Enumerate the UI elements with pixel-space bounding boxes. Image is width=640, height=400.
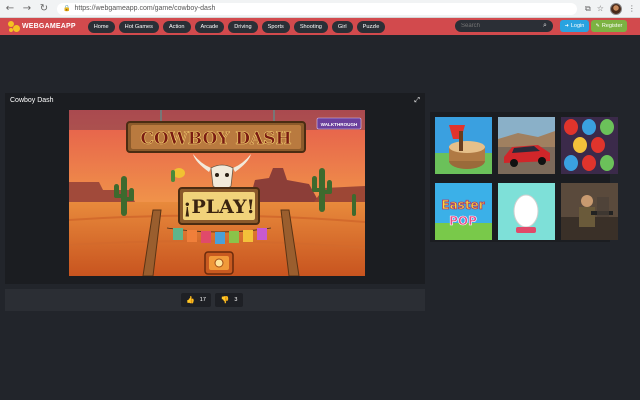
- edit-icon: ✎: [595, 23, 600, 29]
- svg-text:Easter: Easter: [441, 198, 484, 212]
- game-thumb-soldier[interactable]: [561, 183, 618, 240]
- like-button[interactable]: 👍 17: [181, 293, 211, 307]
- play-button[interactable]: ¡PLAY!: [178, 187, 260, 225]
- profile-avatar[interactable]: [609, 2, 622, 15]
- dislike-button[interactable]: 👎 3: [215, 293, 243, 307]
- game-logo-text: COWBOY DASH: [140, 129, 291, 149]
- game-canvas[interactable]: COWBOY DASH WALKTHROUGH ¡PLAY!: [69, 110, 365, 276]
- menu-item-girl[interactable]: Girl: [331, 20, 353, 33]
- menu-dots-icon[interactable]: ⋮: [628, 4, 636, 13]
- menu-item-sports[interactable]: Sports: [261, 20, 290, 33]
- related-games: Easter POP: [430, 112, 618, 242]
- translate-icon[interactable]: ⧉: [585, 4, 591, 14]
- walkthrough-button[interactable]: WALKTHROUGH: [316, 117, 362, 130]
- thumbs-up-icon: 👍: [186, 296, 195, 304]
- menu-item-shooting[interactable]: Shooting: [293, 20, 328, 33]
- search-input[interactable]: [455, 20, 553, 32]
- login-button[interactable]: ➜ Login: [560, 20, 589, 32]
- svg-text:¡PLAY!: ¡PLAY!: [183, 196, 255, 218]
- svg-text:POP: POP: [449, 214, 477, 228]
- menu-item-puzzle[interactable]: Puzzle: [356, 20, 386, 33]
- forward-icon[interactable]: →: [20, 2, 34, 16]
- site-header: WEBGAMEAPP Home Hot Games Action Arcade …: [0, 18, 640, 35]
- back-icon[interactable]: ←: [3, 2, 17, 16]
- dislike-count: 3: [234, 297, 238, 303]
- login-icon: ➜: [564, 23, 569, 29]
- game-titlebar: Cowboy Dash ⤢: [5, 93, 425, 107]
- game-menu-button[interactable]: [204, 251, 234, 275]
- menu-item-arcade[interactable]: Arcade: [194, 20, 225, 33]
- game-thumb-axe[interactable]: [435, 117, 492, 174]
- bookmark-star-icon[interactable]: ☆: [597, 4, 604, 13]
- thumbs-down-icon: 👎: [220, 296, 230, 304]
- game-thumb-easter-pop[interactable]: Easter POP: [435, 183, 492, 240]
- search-icon[interactable]: ⌕: [543, 21, 547, 30]
- like-count: 17: [199, 297, 206, 303]
- logo-icon: [8, 20, 20, 33]
- game-panel: Cowboy Dash ⤢ COWBOY DASH WALKTHROUGH ¡P…: [5, 93, 425, 284]
- lock-icon: 🔒: [63, 5, 71, 12]
- fullscreen-icon[interactable]: ⤢: [414, 96, 420, 105]
- url-text: https://webgameapp.com/game/cowboy-dash: [74, 5, 216, 12]
- address-bar[interactable]: 🔒 https://webgameapp.com/game/cowboy-das…: [57, 2, 577, 15]
- logo-text: WEBGAMEAPP: [22, 23, 76, 30]
- game-thumb-car[interactable]: [498, 117, 555, 174]
- vote-bar: 👍 17 👎 3: [5, 289, 425, 311]
- register-button[interactable]: ✎ Register: [591, 20, 627, 32]
- svg-text:WALKTHROUGH: WALKTHROUGH: [321, 122, 358, 127]
- site-logo[interactable]: WEBGAMEAPP: [8, 20, 76, 33]
- menu-item-hot-games[interactable]: Hot Games: [118, 20, 159, 33]
- menu-item-driving[interactable]: Driving: [228, 20, 258, 33]
- menu-item-action[interactable]: Action: [162, 20, 191, 33]
- main-menu: Home Hot Games Action Arcade Driving Spo…: [87, 20, 386, 33]
- game-thumb-eggs[interactable]: [561, 117, 618, 174]
- game-title: Cowboy Dash: [10, 96, 54, 104]
- game-thumb-egg[interactable]: [498, 183, 555, 240]
- menu-item-home[interactable]: Home: [87, 20, 115, 33]
- browser-toolbar: ← → ↻ 🔒 https://webgameapp.com/game/cowb…: [0, 0, 640, 18]
- reload-icon[interactable]: ↻: [37, 2, 51, 16]
